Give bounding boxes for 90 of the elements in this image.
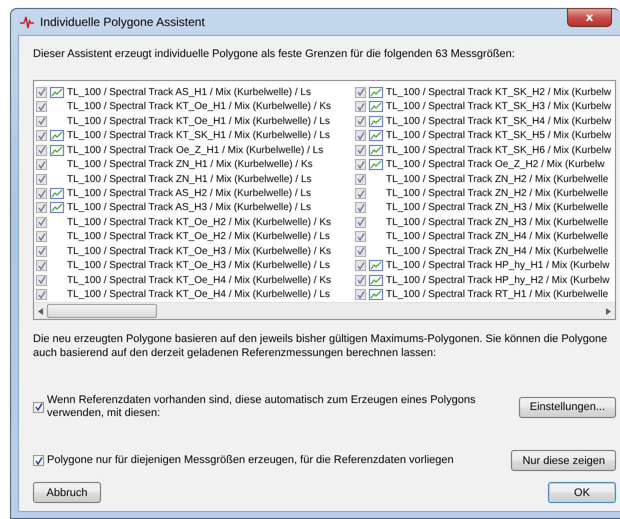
list-item[interactable]: TL_100 / Spectral Track AS_H2 / Mix (Kurbelwelle) / Ls: [67, 188, 311, 200]
chart-icon: [369, 260, 383, 272]
checkbox[interactable]: [36, 246, 47, 257]
list-item[interactable]: TL_100 / Spectral Track ZN_H4 / Mix (Kurbelwelle: [386, 231, 608, 242]
checkbox[interactable]: [355, 188, 366, 200]
chart-icon: [50, 144, 64, 156]
checkbox[interactable]: [36, 274, 47, 286]
list-item[interactable]: TL_100 / Spectral Track Oe_Z_H1 / Mix (Kurbelwelle) / Ls: [67, 144, 324, 156]
checkbox[interactable]: [36, 260, 47, 272]
intro-text: Dieser Assistent erzeugt individuelle Polygone als feste Grenzen für die folgenden 63 Messgrößen:: [33, 48, 516, 60]
checkbox[interactable]: [33, 402, 44, 412]
list-item[interactable]: TL_100 / Spectral Track ZN_H3 / Mix (Kurbelwelle: [386, 202, 608, 214]
list-item[interactable]: TL_100 / Spectral Track KT_SK_H2 / Mix (Kurbelw: [386, 86, 612, 98]
checkbox[interactable]: [355, 86, 366, 98]
checkbox[interactable]: [36, 144, 47, 156]
option-label: Wenn Referenzdaten vorhanden sind, diese automatisch zum Erzeugen eines Polygons verwenden, mit diesen:: [47, 394, 476, 420]
checkbox[interactable]: [36, 86, 47, 98]
checkbox[interactable]: [355, 202, 366, 214]
checkbox[interactable]: [36, 116, 47, 127]
list-item[interactable]: TL_100 / Spectral Track HP_hy_H1 / Mix (Kurbelw: [386, 260, 610, 272]
checkbox[interactable]: [33, 455, 44, 466]
checkbox[interactable]: [355, 289, 366, 300]
chart-icon: [369, 274, 383, 286]
checkbox[interactable]: [355, 159, 366, 170]
chart-icon: [50, 188, 64, 200]
pulse-icon: [20, 15, 34, 29]
checkbox[interactable]: [36, 202, 47, 214]
list-item[interactable]: TL_100 / Spectral Track KT_Oe_H4 / Mix (Kurbelwelle) / Ls: [67, 289, 330, 300]
window-title: Individuelle Polygone Assistent: [40, 15, 205, 29]
list-item[interactable]: TL_100 / Spectral Track KT_Oe_H3 / Mix (Kurbelwelle) / Ls: [67, 260, 330, 272]
close-button[interactable]: x: [567, 8, 612, 27]
list-item[interactable]: TL_100 / Spectral Track KT_Oe_H2 / Mix (Kurbelwelle) / Ls: [67, 231, 330, 242]
list-item[interactable]: TL_100 / Spectral Track AS_H1 / Mix (Kurbelwelle) / Ls: [67, 86, 311, 98]
chart-icon: [50, 202, 64, 214]
list-item[interactable]: TL_100 / Spectral Track KT_SK_H6 / Mix (Kurbelw: [386, 144, 612, 156]
checkbox[interactable]: [36, 188, 47, 200]
checkbox[interactable]: [355, 246, 366, 257]
list-item[interactable]: TL_100 / Spectral Track KT_SK_H1 / Mix (Kurbelwelle) / Ls: [67, 130, 330, 142]
checkbox[interactable]: [355, 231, 366, 242]
list-item[interactable]: TL_100 / Spectral Track Oe_Z_H2 / Mix (Kurbelw: [386, 159, 604, 170]
list-item[interactable]: TL_100 / Spectral Track KT_Oe_H1 / Mix (Kurbelwelle) / Ls: [67, 116, 330, 127]
checkbox[interactable]: [355, 144, 366, 156]
chart-icon: [369, 86, 383, 98]
checkbox[interactable]: [355, 101, 366, 112]
list-item[interactable]: TL_100 / Spectral Track ZN_H4 / Mix (Kurbelwelle: [386, 246, 608, 257]
list-item[interactable]: TL_100 / Spectral Track KT_Oe_H2 / Mix (Kurbelwelle) / Ks: [67, 216, 331, 228]
option-button[interactable]: Einstellungen...: [518, 396, 616, 418]
option-label: Polygone nur für diejenigen Messgrößen erzeugen, für die Referenzdaten vorliegen: [47, 454, 455, 467]
list-item[interactable]: TL_100 / Spectral Track KT_Oe_H4 / Mix (Kurbelwelle) / Ks: [67, 274, 331, 286]
list-item[interactable]: TL_100 / Spectral Track ZN_H2 / Mix (Kurbelwelle: [386, 174, 608, 185]
chart-icon: [369, 159, 383, 170]
list-item[interactable]: TL_100 / Spectral Track KT_Oe_H3 / Mix (Kurbelwelle) / Ks: [67, 246, 331, 257]
chart-icon: [50, 86, 64, 98]
chart-icon: [50, 130, 64, 142]
list-item[interactable]: TL_100 / Spectral Track RT_H1 / Mix (Kurbelwelle: [386, 289, 608, 300]
chart-icon: [369, 144, 383, 156]
checkbox[interactable]: [36, 174, 47, 185]
list-item[interactable]: TL_100 / Spectral Track KT_Oe_H1 / Mix (Kurbelwelle) / Ks: [67, 101, 331, 112]
checkbox[interactable]: [36, 159, 47, 170]
list-item[interactable]: TL_100 / Spectral Track ZN_H1 / Mix (Kurbelwelle) / Ls: [67, 174, 312, 185]
scroll-right-icon[interactable]: [606, 308, 611, 314]
list-item[interactable]: TL_100 / Spectral Track KT_SK_H5 / Mix (Kurbelw: [386, 130, 612, 142]
cancel-button[interactable]: Abbruch: [33, 482, 101, 503]
ok-button[interactable]: OK: [548, 482, 616, 503]
checkbox[interactable]: [355, 130, 366, 142]
scroll-left-icon[interactable]: [38, 308, 43, 314]
list-item[interactable]: TL_100 / Spectral Track ZN_H3 / Mix (Kurbelwelle: [386, 216, 608, 228]
chart-icon: [369, 101, 383, 112]
checkbox[interactable]: [355, 260, 366, 272]
list-item[interactable]: TL_100 / Spectral Track HP_hy_H2 / Mix (Kurbelw: [386, 274, 610, 286]
option-button[interactable]: Nur diese zeigen: [511, 450, 616, 471]
checkbox[interactable]: [36, 231, 47, 242]
horizontal-scrollbar[interactable]: [34, 302, 615, 319]
checkbox[interactable]: [36, 289, 47, 300]
checkbox[interactable]: [355, 216, 366, 228]
checkbox[interactable]: [355, 116, 366, 127]
list-item[interactable]: TL_100 / Spectral Track KT_SK_H3 / Mix (Kurbelw: [386, 101, 612, 112]
checkbox[interactable]: [36, 101, 47, 112]
chart-icon: [369, 116, 383, 127]
list-item[interactable]: TL_100 / Spectral Track KT_SK_H4 / Mix (Kurbelw: [386, 116, 612, 127]
checkbox[interactable]: [36, 216, 47, 228]
checkbox[interactable]: [355, 174, 366, 185]
chart-icon: [369, 130, 383, 142]
list-item[interactable]: TL_100 / Spectral Track ZN_H2 / Mix (Kurbelwelle: [386, 188, 608, 200]
info-text: Die neu erzeugten Polygone basieren auf den jeweils bisher gültigen Maximums-Polygonen. Sie können die Polygone auch basierend auf den derzeit geladenen Referenzmessungen berechnen lassen:: [33, 332, 608, 360]
list-item[interactable]: TL_100 / Spectral Track ZN_H1 / Mix (Kurbelwelle) / Ks: [67, 159, 313, 170]
checkbox[interactable]: [355, 274, 366, 286]
checkbox[interactable]: [36, 130, 47, 142]
chart-icon: [369, 289, 383, 300]
list-item[interactable]: TL_100 / Spectral Track AS_H3 / Mix (Kurbelwelle) / Ls: [67, 202, 311, 214]
